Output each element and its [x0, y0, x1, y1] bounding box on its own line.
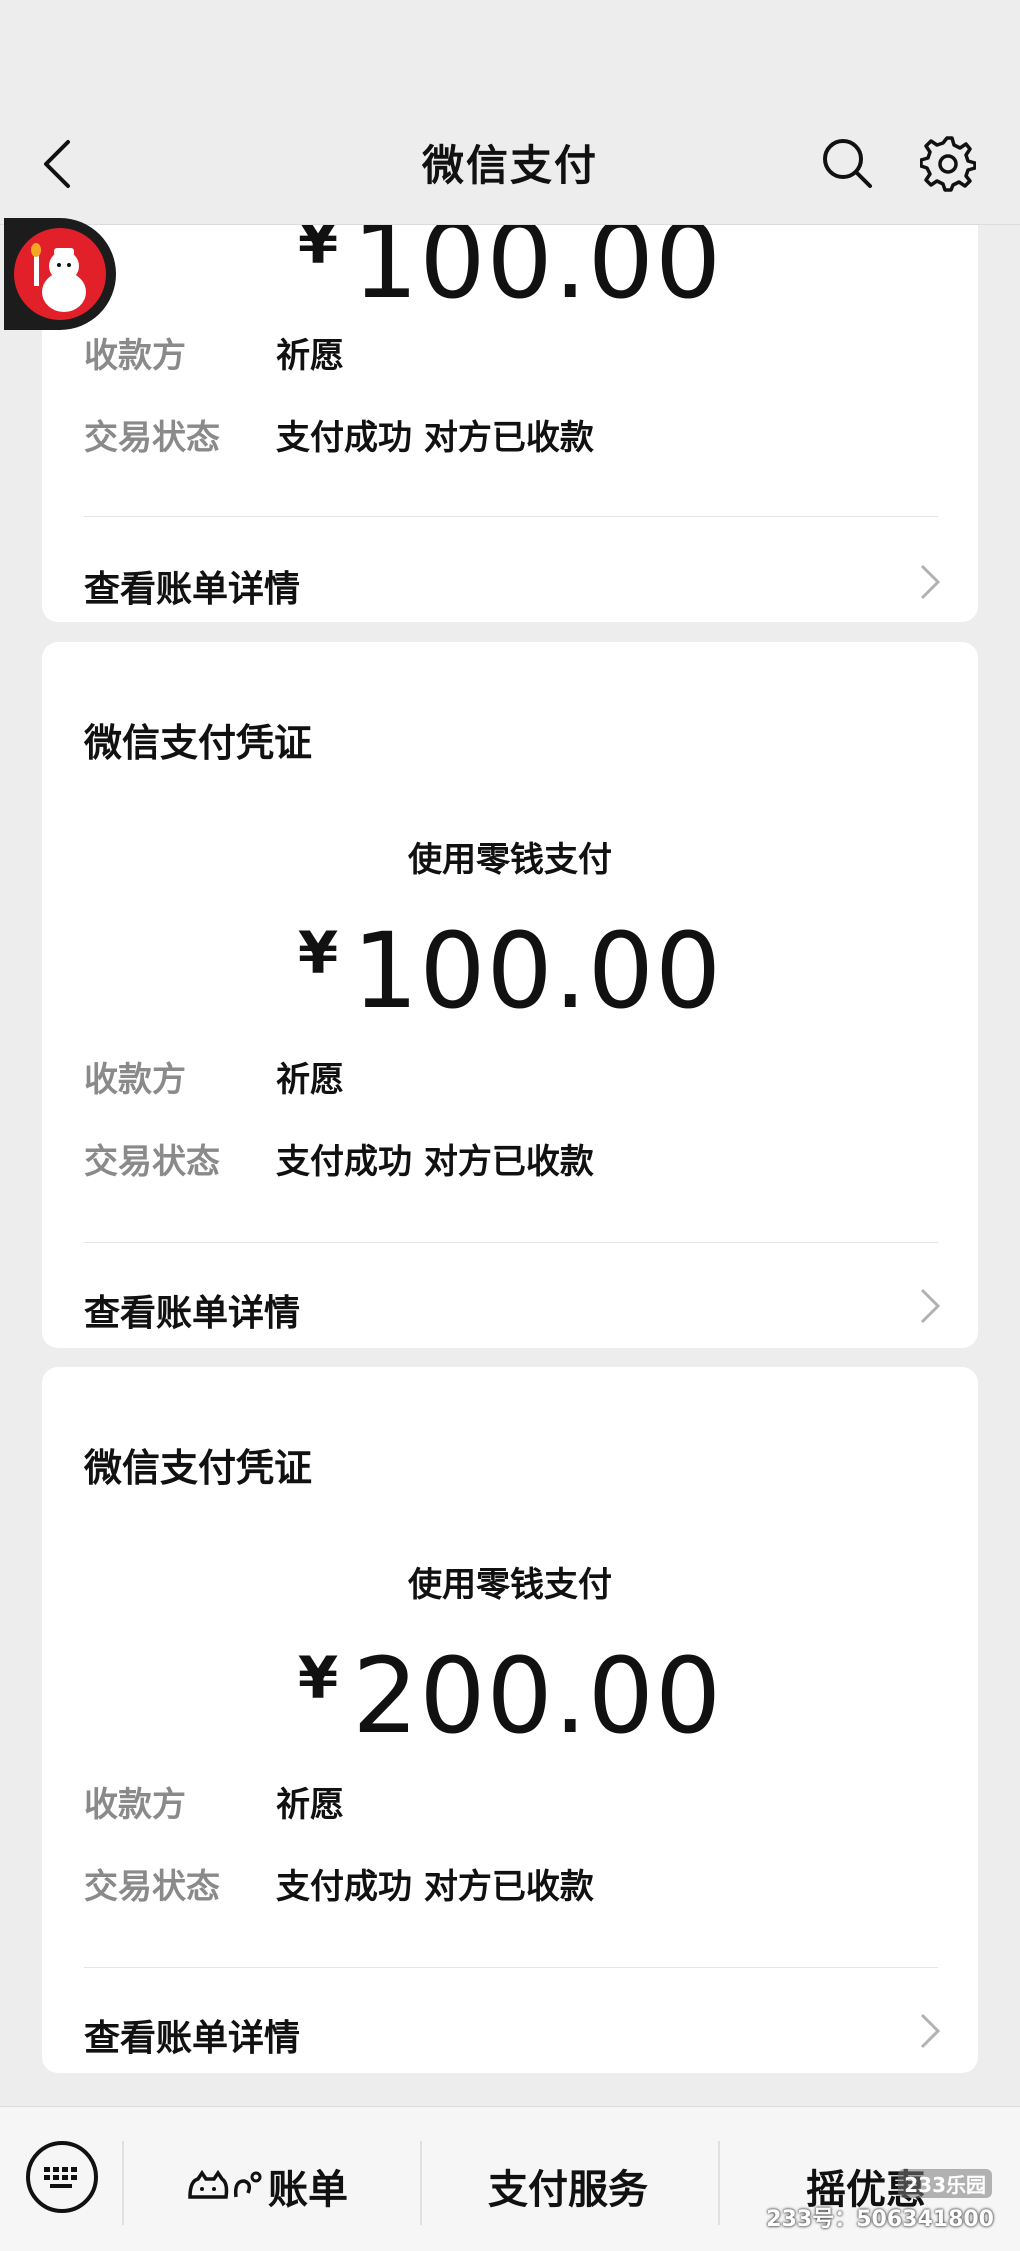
receipt-list[interactable]: ¥100.00 收款方 祈愿 交易状态 支付成功 对方已收款 查看账单详情 微信…: [0, 0, 1020, 2106]
floating-avatar[interactable]: [4, 218, 116, 330]
view-bill-detail-label: 查看账单详情: [84, 2018, 301, 2059]
tab-bill[interactable]: 账单: [184, 2157, 348, 2215]
divider: [84, 1967, 938, 1968]
search-icon[interactable]: [820, 136, 874, 190]
view-bill-detail-label: 查看账单详情: [84, 569, 301, 610]
separator: [420, 2141, 422, 2225]
currency-symbol: ¥: [297, 919, 339, 987]
view-bill-detail-row[interactable]: 查看账单详情: [42, 1254, 978, 1348]
status-value: 支付成功 对方已收款: [276, 418, 594, 458]
separator: [122, 2141, 124, 2225]
status-label: 交易状态: [84, 418, 220, 458]
cat-icon: [188, 2169, 262, 2199]
status-label: 交易状态: [84, 1867, 220, 1907]
amount-value: 200.00: [352, 1635, 723, 1757]
amount-value: 100.00: [352, 910, 723, 1032]
watermark-text: 233号：506341800: [766, 2207, 994, 2232]
mascot-icon: [14, 228, 106, 320]
payee-value: 祈愿: [276, 336, 344, 376]
currency-symbol: ¥: [297, 1644, 339, 1712]
amount: ¥200.00: [42, 1635, 978, 1757]
payment-card: 微信支付凭证 使用零钱支付 ¥100.00 收款方 祈愿 交易状态 支付成功 对…: [42, 642, 978, 1348]
payment-card: 微信支付凭证 使用零钱支付 ¥200.00 收款方 祈愿 交易状态 支付成功 对…: [42, 1367, 978, 2073]
amount: ¥100.00: [42, 910, 978, 1032]
payment-method: 使用零钱支付: [408, 840, 612, 880]
card-title: 微信支付凭证: [84, 721, 313, 765]
top-bar: 微信支付: [0, 0, 1020, 225]
status-value: 支付成功 对方已收款: [276, 1867, 594, 1907]
view-bill-detail-label: 查看账单详情: [84, 1293, 301, 1334]
payee-label: 收款方: [84, 1785, 186, 1825]
payee-label: 收款方: [84, 1060, 186, 1100]
keyboard-icon[interactable]: [26, 2141, 98, 2213]
divider: [84, 516, 938, 517]
card-title: 微信支付凭证: [84, 1446, 313, 1490]
chevron-right-icon: [920, 2013, 941, 2049]
status-label: 交易状态: [84, 1142, 220, 1182]
separator: [718, 2141, 720, 2225]
bottom-bar: 账单 支付服务 摇优惠 233乐园 233号：506341800: [0, 2106, 1020, 2251]
tab-bill-label: 账单: [268, 2167, 348, 2213]
divider: [84, 1242, 938, 1243]
view-bill-detail-row[interactable]: 查看账单详情: [42, 530, 978, 622]
payee-label: 收款方: [84, 336, 186, 376]
watermark-logo: 233乐园: [898, 2169, 992, 2198]
status-value: 支付成功 对方已收款: [276, 1142, 594, 1182]
gear-icon[interactable]: [920, 136, 976, 192]
chevron-right-icon: [920, 564, 941, 600]
payee-value: 祈愿: [276, 1060, 344, 1100]
view-bill-detail-row[interactable]: 查看账单详情: [42, 1979, 978, 2073]
chevron-right-icon: [920, 1288, 941, 1324]
payment-method: 使用零钱支付: [408, 1565, 612, 1605]
payee-value: 祈愿: [276, 1785, 344, 1825]
tab-payment-services[interactable]: 支付服务: [488, 2157, 648, 2215]
